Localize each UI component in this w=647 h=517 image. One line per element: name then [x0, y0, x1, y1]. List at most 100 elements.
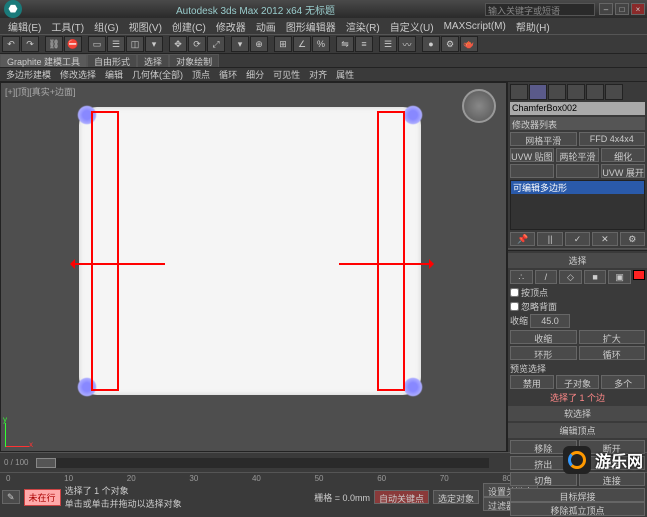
menu-group[interactable]: 组(G): [90, 19, 122, 34]
btn-chamfer[interactable]: 切角: [510, 472, 577, 486]
subribbon-loop[interactable]: 循环: [215, 68, 241, 81]
ribbon-tab-selection[interactable]: 选择: [137, 54, 169, 67]
material-icon[interactable]: ●: [422, 36, 440, 52]
tab-create-icon[interactable]: [510, 84, 528, 100]
angsnap-icon[interactable]: ∠: [293, 36, 311, 52]
viewport-label[interactable]: [+][顶][真实+边面]: [5, 85, 76, 98]
menu-render[interactable]: 渲染(R): [342, 19, 384, 34]
mod-blank2[interactable]: [556, 164, 600, 178]
move-icon[interactable]: ✥: [169, 36, 187, 52]
menu-view[interactable]: 视图(V): [125, 19, 166, 34]
menu-create[interactable]: 创建(C): [168, 19, 210, 34]
subribbon-modsel[interactable]: 修改选择: [56, 68, 100, 81]
render-setup-icon[interactable]: ⚙: [441, 36, 459, 52]
mod-blank1[interactable]: [510, 164, 554, 178]
btn-ring[interactable]: 环形: [510, 346, 577, 360]
btn-preview-sub[interactable]: 子对象: [556, 375, 600, 389]
menu-animation[interactable]: 动画: [252, 19, 280, 34]
ribbon-tab-freeform[interactable]: 自由形式: [87, 54, 137, 67]
render-icon[interactable]: 🫖: [460, 36, 478, 52]
stack-pin-icon[interactable]: 📌: [510, 232, 535, 246]
stack-unique-icon[interactable]: ✓: [565, 232, 590, 246]
mod-meshsmooth[interactable]: 网格平滑: [510, 132, 577, 146]
select-icon[interactable]: ▭: [88, 36, 106, 52]
mod-turbosmooth[interactable]: 两轮平滑: [556, 148, 600, 162]
rollout-softsel-header[interactable]: 软选择: [508, 406, 647, 421]
menu-modifiers[interactable]: 修改器: [212, 19, 250, 34]
tab-motion-icon[interactable]: [567, 84, 585, 100]
subobj-border-icon[interactable]: ◇: [559, 270, 582, 284]
menu-script[interactable]: MAXScript(M): [440, 21, 510, 32]
subobj-poly-icon[interactable]: ■: [584, 270, 607, 284]
tab-modify-icon[interactable]: [529, 84, 547, 100]
chk-byvertex[interactable]: [510, 288, 519, 297]
undo-icon[interactable]: ↶: [2, 36, 20, 52]
layers-icon[interactable]: ☰: [379, 36, 397, 52]
subribbon-geom[interactable]: 几何体(全部): [128, 68, 187, 81]
menu-custom[interactable]: 自定义(U): [386, 19, 438, 34]
minimize-button[interactable]: –: [599, 3, 613, 15]
tab-display-icon[interactable]: [586, 84, 604, 100]
viewport[interactable]: [+][顶][真实+边面] x y: [0, 82, 507, 452]
color-swatch[interactable]: [633, 270, 645, 280]
snap-icon[interactable]: ⊞: [274, 36, 292, 52]
chk-ignoreback[interactable]: [510, 302, 519, 311]
ribbon-tab-paint[interactable]: 对象绘制: [169, 54, 219, 67]
btn-removeiso[interactable]: 移除孤立顶点: [510, 502, 645, 516]
maxscript-icon[interactable]: ✎: [2, 490, 20, 504]
subribbon-prop[interactable]: 属性: [332, 68, 358, 81]
selectname-icon[interactable]: ☰: [107, 36, 125, 52]
subribbon-align[interactable]: 对齐: [305, 68, 331, 81]
subribbon-subdiv[interactable]: 细分: [242, 68, 268, 81]
mod-uvwmap[interactable]: UVW 贴图: [510, 148, 554, 162]
viewcube-icon[interactable]: [462, 89, 496, 123]
object-name-field[interactable]: ChamferBox002: [510, 102, 645, 115]
scene-object[interactable]: [79, 107, 421, 395]
mod-tessellate[interactable]: 细化: [601, 148, 645, 162]
rollout-selection-header[interactable]: 选择: [508, 253, 647, 268]
menu-help[interactable]: 帮助(H): [512, 19, 554, 34]
btn-preview-multi[interactable]: 多个: [601, 375, 645, 389]
time-thumb[interactable]: [36, 458, 56, 468]
curve-icon[interactable]: 〰: [398, 36, 416, 52]
stack-item-editpoly[interactable]: 可编辑多边形: [511, 181, 644, 194]
stack-config-icon[interactable]: ⚙: [620, 232, 645, 246]
time-slider[interactable]: [36, 458, 489, 468]
align-icon[interactable]: ≡: [355, 36, 373, 52]
btn-loop[interactable]: 循环: [579, 346, 646, 360]
menu-edit[interactable]: 编辑(E): [4, 19, 45, 34]
mod-unwrap[interactable]: UVW 展开: [601, 164, 645, 178]
scale-icon[interactable]: ⤢: [207, 36, 225, 52]
stack-show-icon[interactable]: ||: [537, 232, 562, 246]
ribbon-tab-modeling[interactable]: Graphite 建模工具: [0, 54, 87, 67]
help-search-input[interactable]: 输入关键字或短语: [485, 3, 595, 16]
coord-icon[interactable]: ▾: [231, 36, 249, 52]
selection-lock[interactable]: 未在行: [24, 489, 61, 506]
btn-shrink[interactable]: 收缩: [510, 330, 577, 344]
modifier-list-dropdown[interactable]: 修改器列表: [510, 117, 645, 130]
btn-connect[interactable]: 连接: [579, 472, 646, 486]
menu-tools[interactable]: 工具(T): [47, 19, 88, 34]
close-button[interactable]: ×: [631, 3, 645, 15]
subribbon-vis[interactable]: 可见性: [269, 68, 304, 81]
btn-preview-off[interactable]: 禁用: [510, 375, 554, 389]
maximize-button[interactable]: □: [615, 3, 629, 15]
tab-hierarchy-icon[interactable]: [548, 84, 566, 100]
unlink-icon[interactable]: ⛔: [64, 36, 82, 52]
pivot-icon[interactable]: ⊕: [250, 36, 268, 52]
modifier-stack[interactable]: 可编辑多边形: [510, 180, 645, 230]
tab-utilities-icon[interactable]: [605, 84, 623, 100]
subribbon-poly[interactable]: 多边形建模: [2, 68, 55, 81]
menu-graph[interactable]: 图形编辑器: [282, 19, 340, 34]
btn-grow[interactable]: 扩大: [579, 330, 646, 344]
autokey-button[interactable]: 自动关键点: [374, 490, 429, 504]
rollout-editedge-header[interactable]: 编辑顶点: [508, 423, 647, 438]
redo-icon[interactable]: ↷: [21, 36, 39, 52]
angle-spinner[interactable]: 45.0: [530, 314, 570, 328]
selset-dropdown[interactable]: 选定对象: [433, 490, 479, 504]
link-icon[interactable]: ⛓: [45, 36, 63, 52]
subobj-edge-icon[interactable]: /: [535, 270, 558, 284]
rotate-icon[interactable]: ⟳: [188, 36, 206, 52]
subobj-element-icon[interactable]: ▣: [608, 270, 631, 284]
mod-ffd[interactable]: FFD 4x4x4: [579, 132, 646, 146]
